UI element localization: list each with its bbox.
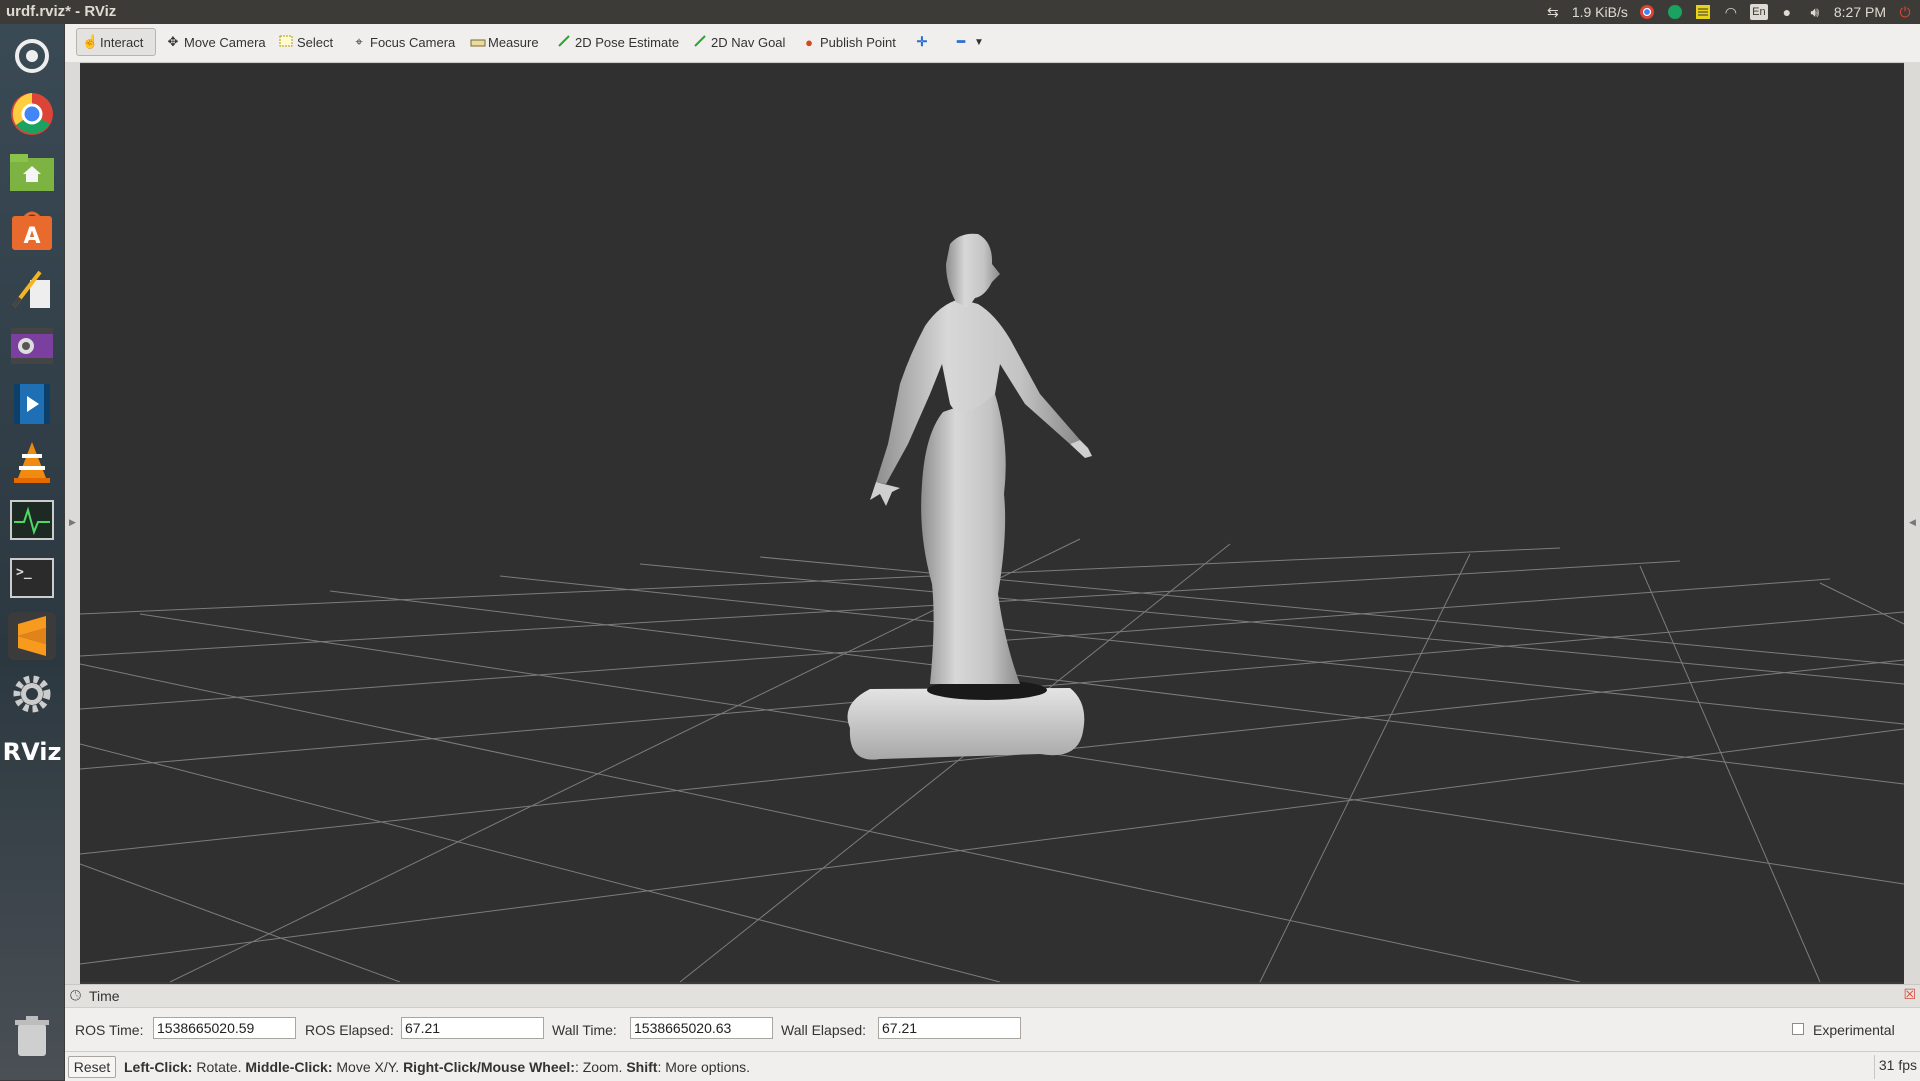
ros-time-label: ROS Time: — [75, 1022, 144, 1038]
rviz-toolbar: ☝ Interact ✥ Move Camera Select ⌖ Focus … — [65, 24, 1920, 63]
mouse-hint: Left-Click: Rotate. Middle-Click: Move X… — [124, 1059, 750, 1075]
move-icon: ✥ — [167, 34, 179, 49]
network-speed: 1.9 KiB/s — [1571, 4, 1628, 20]
hint-left-click-key: Left-Click: — [124, 1059, 193, 1075]
wall-elapsed-label: Wall Elapsed: — [781, 1022, 867, 1038]
interact-tool-button[interactable]: ☝ Interact — [76, 28, 156, 56]
plus-icon: ✛ — [916, 34, 928, 49]
hint-right-click-key: Right-Click/Mouse Wheel: — [403, 1059, 575, 1075]
sublime-text-icon[interactable] — [8, 612, 56, 660]
launcher: A >_ RViz — [0, 24, 64, 1080]
3d-viewport[interactable] — [80, 64, 1904, 982]
focus-camera-label: Focus Camera — [370, 34, 456, 50]
interact-label: Interact — [100, 34, 144, 50]
pose-estimate-tool-button[interactable]: 2D Pose Estimate — [552, 28, 684, 56]
hint-left-click-desc: Rotate. — [192, 1059, 246, 1075]
status-green-icon[interactable] — [1666, 4, 1684, 20]
nav-goal-label: 2D Nav Goal — [711, 34, 786, 50]
time-panel-header: 🕓︎ Time ☒ — [65, 985, 1920, 1008]
wifi-icon[interactable]: ◠ — [1722, 4, 1740, 20]
ros-time-field[interactable] — [153, 1017, 296, 1039]
drawing-app-icon[interactable] — [8, 264, 56, 312]
fps-counter: 31 fps — [1873, 1055, 1920, 1079]
right-dock-handle[interactable]: ◀ — [1904, 62, 1920, 984]
wall-time-field[interactable] — [630, 1017, 773, 1039]
messaging-icon[interactable]: ● — [1778, 4, 1796, 20]
svg-text:>_: >_ — [16, 565, 32, 580]
top-panel: urdf.rviz* - RViz ⇆ 1.9 KiB/s ◠ En ● 🔊︎ … — [0, 0, 1920, 24]
green-arrow-icon — [557, 34, 571, 51]
publish-point-tool-button[interactable]: ● Publish Point — [797, 28, 901, 56]
system-tray: ⇆ 1.9 KiB/s ◠ En ● 🔊︎ 8:27 PM ⏻ — [1544, 2, 1914, 22]
pose-estimate-label: 2D Pose Estimate — [575, 34, 680, 50]
trash-icon[interactable] — [8, 1012, 56, 1060]
clock-icon: 🕓︎ — [70, 987, 82, 1003]
select-tool-button[interactable]: Select — [274, 28, 338, 56]
map-pin-icon: ● — [805, 34, 813, 50]
measure-tool-button[interactable]: Measure — [465, 28, 544, 56]
terminal-icon[interactable]: >_ — [8, 554, 56, 602]
hint-shift-key: Shift — [626, 1059, 658, 1075]
volume-icon[interactable]: 🔊︎ — [1806, 4, 1824, 20]
chevron-left-icon: ◀ — [1909, 517, 1916, 527]
status-bar: Reset Left-Click: Rotate. Middle-Click: … — [65, 1051, 1920, 1081]
ros-elapsed-field[interactable] — [401, 1017, 544, 1039]
system-monitor-icon[interactable] — [8, 496, 56, 544]
dash-icon[interactable] — [8, 32, 56, 80]
left-dock-handle[interactable]: ▶ — [65, 62, 80, 984]
crosshair-icon: ⌖ — [355, 34, 363, 49]
measure-label: Measure — [488, 34, 539, 50]
experimental-checkbox[interactable] — [1792, 1023, 1804, 1035]
keyboard-layout-icon[interactable]: En — [1749, 4, 1768, 20]
wall-time-label: Wall Time: — [552, 1022, 617, 1038]
hint-middle-click-key: Middle-Click: — [245, 1059, 333, 1075]
notes-icon[interactable] — [1694, 4, 1712, 20]
hint-right-click-desc: : Zoom. — [574, 1059, 627, 1075]
remove-tool-button[interactable]: ━ ▼ — [949, 28, 991, 56]
time-panel: 🕓︎ Time ☒ ROS Time: ROS Elapsed: Wall Ti… — [65, 984, 1920, 1052]
nav-goal-tool-button[interactable]: 2D Nav Goal — [688, 28, 790, 56]
chevron-down-icon: ▼ — [974, 36, 984, 48]
select-box-icon — [279, 35, 293, 50]
window-title: urdf.rviz* - RViz — [6, 3, 117, 20]
software-center-icon[interactable]: A — [8, 206, 56, 254]
chrome-tray-icon[interactable] — [1638, 4, 1656, 20]
urdf-human-model[interactable] — [847, 233, 1093, 760]
reset-button[interactable]: Reset — [68, 1056, 116, 1078]
hint-middle-click-desc: Move X/Y. — [332, 1059, 404, 1075]
publish-point-label: Publish Point — [820, 34, 896, 50]
rviz-icon[interactable]: RViz — [3, 728, 62, 776]
chrome-icon[interactable] — [8, 90, 56, 138]
video-editor-icon[interactable] — [8, 380, 56, 428]
power-icon[interactable]: ⏻ — [1896, 4, 1914, 20]
ruler-icon — [470, 35, 486, 50]
settings-icon[interactable] — [8, 670, 56, 718]
focus-camera-tool-button[interactable]: ⌖ Focus Camera — [347, 28, 460, 56]
webcam-app-icon[interactable] — [8, 322, 56, 370]
chevron-right-icon: ▶ — [69, 517, 76, 527]
clock[interactable]: 8:27 PM — [1834, 4, 1886, 20]
add-tool-button[interactable]: ✛ — [910, 28, 934, 56]
move-camera-label: Move Camera — [184, 34, 266, 50]
hand-icon: ☝ — [82, 34, 99, 49]
move-camera-tool-button[interactable]: ✥ Move Camera — [161, 28, 271, 56]
sync-icon[interactable]: ⇆ — [1544, 4, 1562, 20]
close-icon[interactable]: ☒ — [1903, 986, 1916, 1003]
time-panel-title: Time — [89, 988, 120, 1004]
hint-shift-desc: : More options. — [657, 1059, 751, 1075]
wall-elapsed-field[interactable] — [878, 1017, 1021, 1039]
ros-elapsed-label: ROS Elapsed: — [305, 1022, 394, 1038]
vlc-icon[interactable] — [8, 438, 56, 486]
minus-icon: ━ — [957, 34, 965, 49]
3d-scene[interactable] — [80, 64, 1904, 982]
files-icon[interactable] — [8, 148, 56, 196]
green-arrow-icon — [693, 34, 707, 51]
experimental-label: Experimental — [1813, 1022, 1895, 1038]
select-label: Select — [297, 34, 334, 50]
svg-text:A: A — [23, 224, 40, 249]
